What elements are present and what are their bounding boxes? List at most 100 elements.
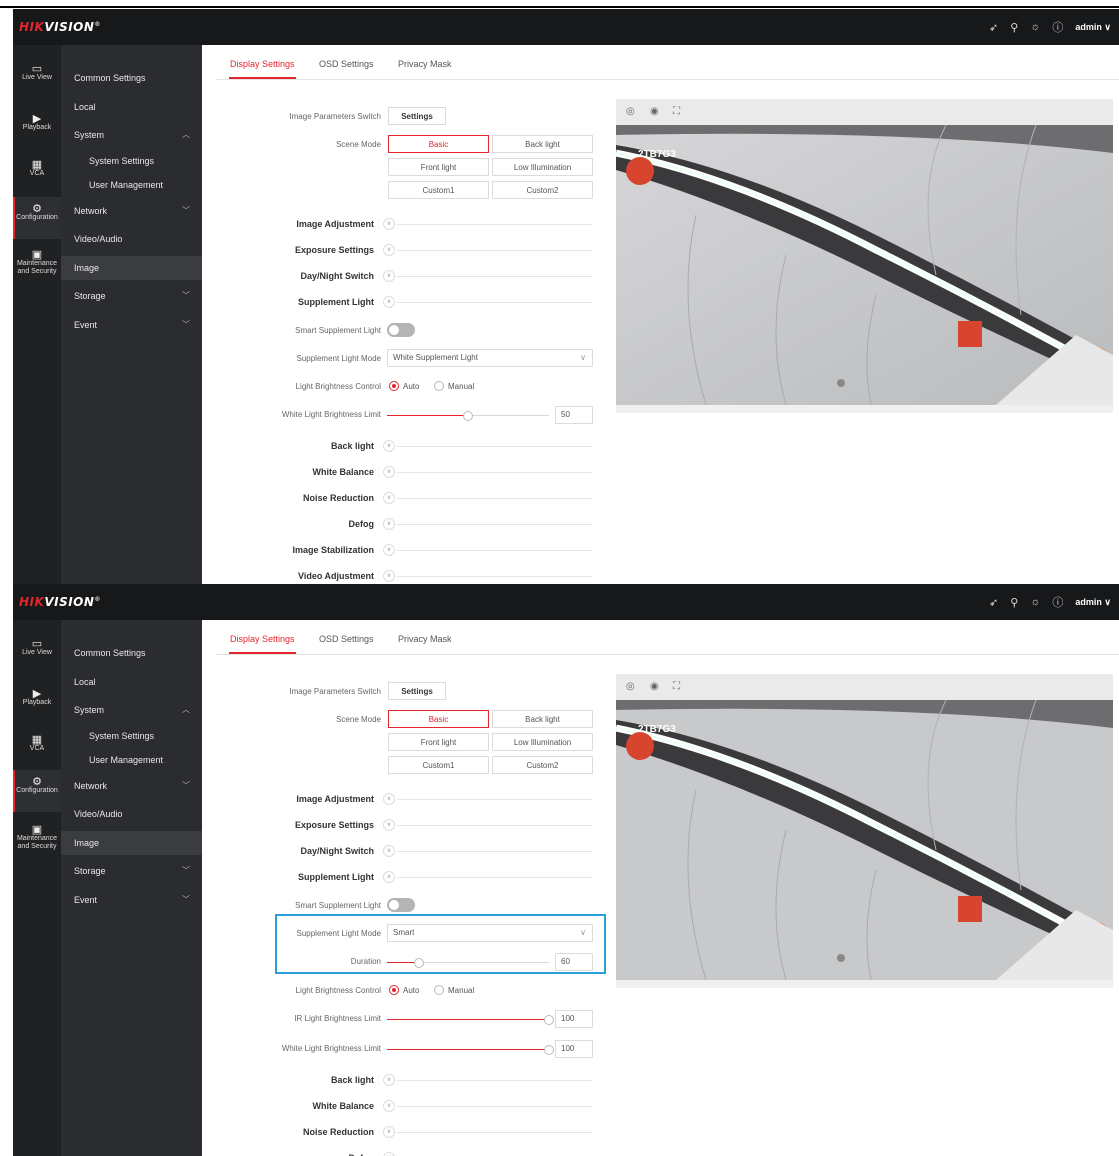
chevron-down-icon[interactable]: ∨ <box>383 218 395 230</box>
scene-custom1[interactable]: Custom1 <box>388 181 489 199</box>
chevron-down-icon[interactable]: ∨ <box>383 244 395 256</box>
section-white-balance[interactable]: White Balance <box>202 1101 374 1111</box>
scene-low-illumination[interactable]: Low Illumination <box>492 733 593 751</box>
white-light-limit-input[interactable]: 50 <box>555 406 593 424</box>
rail-configuration[interactable]: ⚙ Configuration <box>13 770 61 812</box>
scene-back-light[interactable]: Back light <box>492 710 593 728</box>
section-back-light[interactable]: Back light <box>202 1075 374 1085</box>
scene-custom2[interactable]: Custom2 <box>492 181 593 199</box>
chevron-down-icon[interactable]: ∨ <box>383 1152 395 1156</box>
info-icon[interactable]: ⓘ <box>1052 594 1063 610</box>
chevron-down-icon[interactable]: ∨ <box>383 819 395 831</box>
section-supplement-light[interactable]: Supplement Light <box>202 297 374 307</box>
rail-vca[interactable]: ▦ VCA <box>13 735 61 764</box>
slider-handle[interactable] <box>544 1015 554 1025</box>
rail-maintenance[interactable]: ▣ Maintenance and Security <box>13 825 61 860</box>
settings-button[interactable]: Settings <box>388 107 446 125</box>
slider-handle[interactable] <box>544 1045 554 1055</box>
scene-basic[interactable]: Basic <box>388 710 489 728</box>
menu-local[interactable]: Local <box>61 95 202 119</box>
rail-playback[interactable]: ▶ Playback <box>13 114 61 143</box>
record-icon[interactable]: ◉ <box>650 106 659 117</box>
user-menu[interactable]: admin ∨ <box>1075 22 1111 33</box>
scene-front-light[interactable]: Front light <box>388 158 489 176</box>
send-icon[interactable]: ➶ <box>989 21 998 34</box>
snapshot-icon[interactable]: ◎ <box>626 106 635 117</box>
menu-common-settings[interactable]: Common Settings <box>61 641 202 665</box>
ir-light-limit-input[interactable]: 100 <box>555 1010 593 1028</box>
section-exposure-settings[interactable]: Exposure Settings <box>202 245 374 255</box>
fullscreen-icon[interactable]: ⛶ <box>673 106 680 117</box>
radio-manual[interactable]: Manual <box>434 985 474 995</box>
tab-osd-settings[interactable]: OSD Settings <box>319 634 374 644</box>
section-back-light[interactable]: Back light <box>202 441 374 451</box>
settings-button[interactable]: Settings <box>388 682 446 700</box>
tab-display-settings[interactable]: Display Settings <box>229 634 296 654</box>
menu-video-audio[interactable]: Video/Audio <box>61 227 202 251</box>
menu-storage[interactable]: Storage ﹀ <box>61 284 202 308</box>
radio-auto[interactable]: Auto <box>389 985 419 995</box>
user-menu[interactable]: admin ∨ <box>1075 597 1111 608</box>
scene-custom1[interactable]: Custom1 <box>388 756 489 774</box>
camera-view[interactable]: 2TB7G3 <box>616 700 1113 980</box>
search-icon[interactable]: ⚲ <box>1010 596 1018 609</box>
slider-handle[interactable] <box>463 411 473 421</box>
menu-user-management[interactable]: User Management <box>61 173 202 197</box>
chevron-down-icon[interactable]: ∨ <box>383 1126 395 1138</box>
menu-network[interactable]: Network ﹀ <box>61 774 202 798</box>
record-icon[interactable]: ◉ <box>650 681 659 692</box>
smart-supplement-toggle[interactable] <box>387 898 415 912</box>
section-image-stabilization[interactable]: Image Stabilization <box>202 545 374 555</box>
chevron-down-icon[interactable]: ∨ <box>383 570 395 582</box>
white-light-limit-input[interactable]: 100 <box>555 1040 593 1058</box>
white-light-limit-slider[interactable] <box>387 411 549 421</box>
tab-privacy-mask[interactable]: Privacy Mask <box>398 634 452 644</box>
menu-network[interactable]: Network ﹀ <box>61 199 202 223</box>
menu-system-settings[interactable]: System Settings <box>61 724 202 748</box>
chevron-down-icon[interactable]: ∨ <box>383 466 395 478</box>
tab-display-settings[interactable]: Display Settings <box>229 59 296 79</box>
bulb-icon[interactable]: ☼ <box>1030 21 1040 33</box>
section-noise-reduction[interactable]: Noise Reduction <box>202 493 374 503</box>
radio-auto[interactable]: Auto <box>389 381 419 391</box>
section-image-adjustment[interactable]: Image Adjustment <box>202 794 374 804</box>
search-icon[interactable]: ⚲ <box>1010 21 1018 34</box>
section-supplement-light[interactable]: Supplement Light <box>202 872 374 882</box>
chevron-down-icon[interactable]: ∨ <box>383 1100 395 1112</box>
rail-vca[interactable]: ▦ VCA <box>13 160 61 189</box>
menu-image[interactable]: Image <box>61 256 202 280</box>
menu-event[interactable]: Event ﹀ <box>61 313 202 337</box>
menu-system[interactable]: System ︿ <box>61 698 202 722</box>
rail-live-view[interactable]: ▭ Live View <box>13 64 61 93</box>
menu-storage[interactable]: Storage ﹀ <box>61 859 202 883</box>
rail-maintenance[interactable]: ▣ Maintenance and Security <box>13 250 61 285</box>
menu-event[interactable]: Event ﹀ <box>61 888 202 912</box>
rail-configuration[interactable]: ⚙ Configuration <box>13 197 61 239</box>
info-icon[interactable]: ⓘ <box>1052 19 1063 35</box>
supplement-light-mode-select[interactable]: White Supplement Light ∨ <box>387 349 593 367</box>
menu-system-settings[interactable]: System Settings <box>61 149 202 173</box>
chevron-down-icon[interactable]: ∨ <box>383 845 395 857</box>
send-icon[interactable]: ➶ <box>989 596 998 609</box>
menu-common-settings[interactable]: Common Settings <box>61 66 202 90</box>
ir-light-limit-slider[interactable] <box>387 1015 554 1025</box>
section-exposure-settings[interactable]: Exposure Settings <box>202 820 374 830</box>
duration-slider[interactable] <box>387 958 549 968</box>
section-video-adjustment[interactable]: Video Adjustment <box>202 571 374 581</box>
smart-supplement-toggle[interactable] <box>387 323 415 337</box>
scene-back-light[interactable]: Back light <box>492 135 593 153</box>
rail-live-view[interactable]: ▭ Live View <box>13 639 61 668</box>
section-white-balance[interactable]: White Balance <box>202 467 374 477</box>
chevron-down-icon[interactable]: ∨ <box>383 544 395 556</box>
chevron-down-icon[interactable]: ∨ <box>383 793 395 805</box>
chevron-down-icon[interactable]: ∨ <box>383 270 395 282</box>
duration-input[interactable]: 60 <box>555 953 593 971</box>
snapshot-icon[interactable]: ◎ <box>626 681 635 692</box>
scene-basic[interactable]: Basic <box>388 135 489 153</box>
tab-privacy-mask[interactable]: Privacy Mask <box>398 59 452 69</box>
fullscreen-icon[interactable]: ⛶ <box>673 681 680 692</box>
chevron-down-icon[interactable]: ∨ <box>383 1074 395 1086</box>
section-day-night-switch[interactable]: Day/Night Switch <box>202 846 374 856</box>
scene-custom2[interactable]: Custom2 <box>492 756 593 774</box>
section-noise-reduction[interactable]: Noise Reduction <box>202 1127 374 1137</box>
